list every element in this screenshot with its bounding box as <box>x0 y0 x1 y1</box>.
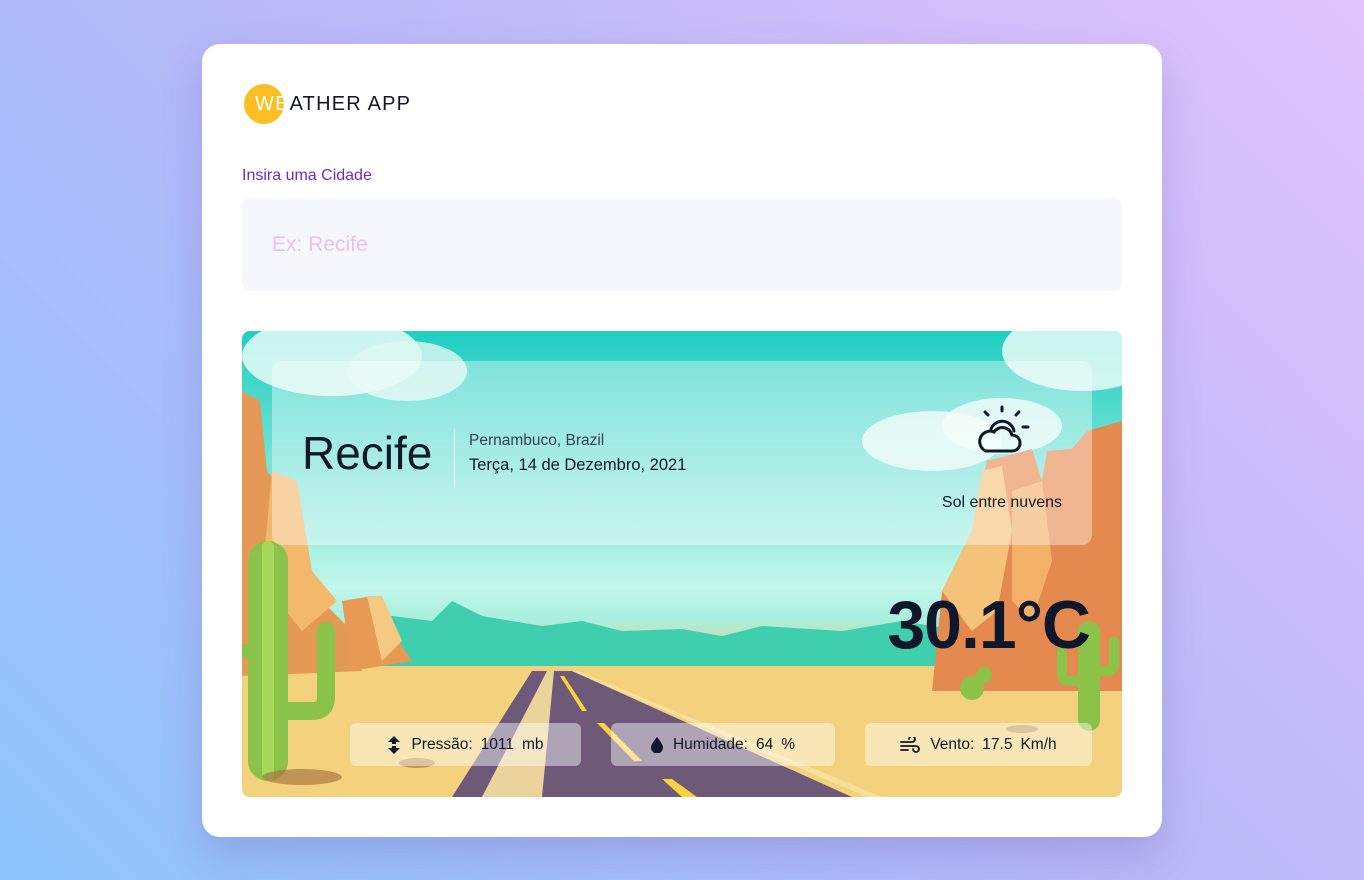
wind-icon <box>900 736 921 753</box>
humidity-unit: % <box>781 735 795 753</box>
partly-sunny-icon <box>978 405 1030 453</box>
wind-unit: Km/h <box>1020 735 1057 753</box>
logo-text-rest: ATHER APP <box>289 93 412 115</box>
city-divider <box>454 429 455 487</box>
logo-text: WEATHER APP <box>255 93 411 115</box>
city-search-input[interactable] <box>242 198 1122 291</box>
pressure-icon <box>388 735 401 754</box>
pressure-stat: Pressão: 1011 mb <box>350 723 581 766</box>
temperature-value: 30.1°C <box>887 587 1091 663</box>
app-logo: WEATHER APP <box>244 84 444 124</box>
wind-value: 17.5 <box>982 735 1013 753</box>
droplet-icon <box>650 736 663 753</box>
wind-stat: Vento: 17.5 Km/h <box>865 723 1092 766</box>
current-date: Terça, 14 de Dezembro, 2021 <box>469 456 687 474</box>
pressure-label: Pressão: <box>411 735 473 753</box>
weather-scene: Recife Pernambuco, Brazil Terça, 14 de D… <box>242 331 1122 797</box>
pressure-value: 1011 <box>480 735 514 753</box>
humidity-stat: Humidade: 64 % <box>611 723 835 766</box>
city-region: Pernambuco, Brazil <box>469 432 605 449</box>
city-info-panel: Recife Pernambuco, Brazil Terça, 14 de D… <box>272 361 1092 545</box>
wind-label: Vento: <box>930 735 975 753</box>
city-input-label: Insira uma Cidade <box>242 167 372 184</box>
weather-condition: Sol entre nuvens <box>941 494 1062 511</box>
pressure-unit: mb <box>521 735 544 753</box>
city-name: Recife <box>302 427 433 479</box>
weather-card: WEATHER APP Insira uma Cidade Ex: Recife… <box>202 44 1162 837</box>
logo-text-we: WE <box>255 93 290 115</box>
humidity-value: 64 <box>755 735 774 753</box>
humidity-label: Humidade: <box>672 735 748 753</box>
